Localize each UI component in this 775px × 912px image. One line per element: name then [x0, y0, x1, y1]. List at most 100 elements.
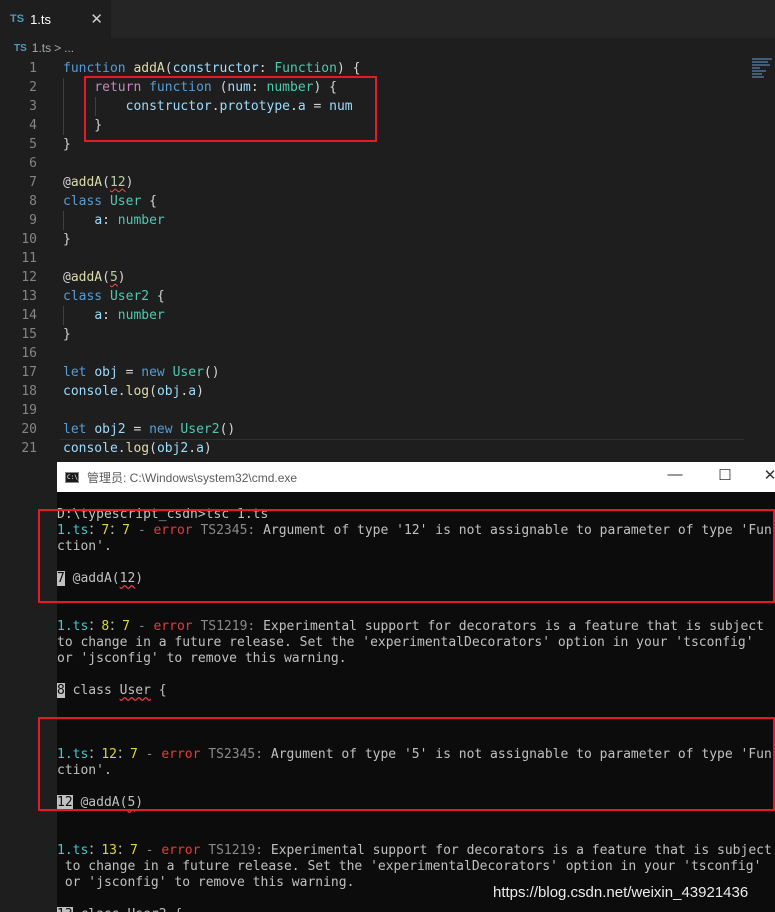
code-token: {: [141, 194, 157, 209]
console-token: ：: [116, 843, 130, 858]
indent-guide: [63, 306, 64, 325]
code-token: (: [102, 175, 110, 190]
minimize-button[interactable]: —: [664, 466, 686, 483]
code-line[interactable]: 18 console.log(obj.a): [0, 382, 745, 401]
code-line[interactable]: 6: [0, 154, 745, 173]
breadcrumb-file[interactable]: 1.ts: [32, 41, 51, 55]
code-token: }: [63, 232, 71, 247]
console-line: 1.ts：8：7 - error TS1219: Experimental su…: [57, 619, 775, 635]
code-text: console.log(obj.a): [63, 382, 204, 401]
highlight-box-error-1: [38, 509, 775, 603]
code-token: console: [63, 441, 118, 456]
code-text: }: [63, 135, 71, 154]
code-line[interactable]: 7 @addA(12): [0, 173, 745, 192]
code-token: addA: [70, 175, 103, 190]
console-line: or 'jsconfig' to remove this warning.: [57, 651, 775, 667]
breadcrumb-symbols[interactable]: ...: [64, 41, 74, 55]
console-line: 8 class User {: [57, 683, 775, 699]
code-token: @: [63, 175, 71, 190]
console-token: Experimental support for decorators is a…: [263, 619, 764, 634]
code-token: .: [117, 441, 126, 456]
code-token: a: [94, 213, 103, 228]
cmd-title-bar[interactable]: C:\_ 管理员: C:\Windows\system32\cmd.exe — …: [57, 462, 775, 492]
code-line[interactable]: 12 @addA(5): [0, 268, 745, 287]
code-line[interactable]: 13 class User2 {: [0, 287, 745, 306]
code-token: a: [94, 308, 103, 323]
console-token: {: [167, 907, 182, 912]
code-token: let: [63, 365, 95, 380]
code-token: @: [63, 270, 71, 285]
line-number: 1: [29, 61, 37, 76]
line-number: 13: [21, 289, 37, 304]
tab-1-ts[interactable]: TS 1.ts ✕: [0, 0, 111, 38]
close-icon[interactable]: ✕: [90, 10, 103, 28]
line-number: 6: [29, 156, 37, 171]
code-line[interactable]: 20 let obj2 = new User2(): [0, 420, 745, 439]
terminal-icon: C:\_: [65, 471, 82, 483]
code-line[interactable]: 16: [0, 344, 745, 363]
code-token: ): [203, 441, 212, 456]
line-number: 7: [29, 175, 37, 190]
close-button[interactable]: ✕: [759, 466, 775, 484]
indent-guide: [63, 211, 64, 230]
code-token: obj: [156, 384, 181, 399]
console-token: {: [150, 683, 167, 698]
line-number: 19: [21, 403, 37, 418]
code-token: let: [63, 422, 95, 437]
code-text: class User2 {: [63, 287, 165, 306]
code-token: number: [117, 308, 165, 323]
code-text: let obj2 = new User2(): [63, 420, 235, 439]
tab-label: 1.ts: [30, 11, 52, 27]
code-token: (): [219, 422, 236, 437]
code-token: 5: [109, 270, 118, 285]
code-token: new: [141, 365, 173, 380]
console-token: class: [73, 907, 128, 912]
code-token: =: [125, 422, 150, 437]
code-line[interactable]: 17 let obj = new User(): [0, 363, 745, 382]
code-line[interactable]: 9 a: number: [0, 211, 745, 230]
code-line[interactable]: 8 class User {: [0, 192, 745, 211]
console-token: 7: [122, 619, 130, 634]
code-token: User2: [180, 422, 220, 437]
console-token: ：: [109, 619, 123, 634]
line-number: 5: [29, 137, 37, 152]
maximize-button[interactable]: ☐: [714, 466, 736, 484]
line-number: 12: [21, 270, 37, 285]
code-line[interactable]: 21 console.log(obj2.a): [0, 439, 745, 458]
code-token: {: [149, 289, 165, 304]
console-token: -: [137, 843, 162, 858]
code-line[interactable]: 11: [0, 249, 745, 268]
line-number: 15: [21, 327, 37, 342]
typescript-file-icon: TS: [10, 13, 25, 25]
code-line[interactable]: 19: [0, 401, 745, 420]
line-number: 14: [21, 308, 37, 323]
code-text: a: number: [63, 211, 164, 230]
code-token: new: [149, 422, 181, 437]
console-token: to change in a future release. Set the '…: [57, 859, 762, 874]
line-number: 9: [29, 213, 37, 228]
minimap[interactable]: [752, 58, 774, 98]
line-number: 10: [21, 232, 37, 247]
console-token: 1.ts: [57, 843, 89, 858]
code-line[interactable]: 15}: [0, 325, 745, 344]
console-token: User2: [127, 907, 166, 912]
console-token: TS1219:: [192, 619, 264, 634]
code-token: .: [117, 384, 126, 399]
line-number: 8: [29, 194, 37, 209]
highlight-box-return-function: [84, 76, 377, 142]
code-token: constructor: [172, 61, 259, 76]
code-line[interactable]: 10}: [0, 230, 745, 249]
chevron-right-icon: >: [54, 41, 62, 55]
editor-tab-bar: TS 1.ts ✕: [0, 0, 775, 38]
code-line[interactable]: 14 a: number: [0, 306, 745, 325]
code-token: obj2: [94, 422, 126, 437]
indent-guide: [63, 78, 64, 135]
code-token: (: [164, 61, 173, 76]
code-token: a: [188, 384, 197, 399]
